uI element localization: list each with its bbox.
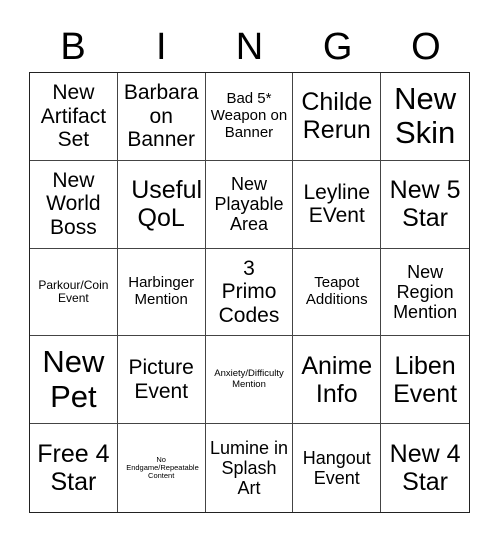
cell-label: Leyline EVent bbox=[303, 180, 371, 228]
bingo-header: B I N G O bbox=[29, 22, 470, 72]
bingo-cell[interactable]: New 4 Star bbox=[381, 424, 469, 512]
cell-label: Bad 5* Weapon on Banner bbox=[210, 90, 288, 141]
bingo-cell[interactable]: Harbinger Mention bbox=[117, 248, 206, 337]
cell-label: Anxiety/Difficulty Mention bbox=[214, 368, 284, 390]
cell-label: Picture Event bbox=[128, 356, 194, 403]
bingo-grid: New Artifact Set Barbara on Banner Bad 5… bbox=[29, 72, 470, 513]
cell-label: Barbara on Banner bbox=[123, 81, 199, 152]
cell-label: Liben Event bbox=[393, 351, 458, 408]
bingo-cell[interactable]: Liben Event bbox=[381, 336, 469, 425]
bingo-cell[interactable]: Teapot Additions bbox=[293, 248, 382, 337]
bingo-cell[interactable]: Parkour/Coin Event bbox=[30, 248, 118, 337]
bingo-cell[interactable]: New Region Mention bbox=[381, 249, 469, 337]
bingo-cell[interactable]: Useful QoL bbox=[117, 160, 206, 249]
bingo-cell[interactable]: New 5 Star bbox=[381, 161, 469, 249]
bingo-cell[interactable]: New Artifact Set bbox=[30, 73, 118, 161]
bingo-cell[interactable]: New Playable Area bbox=[205, 160, 294, 249]
cell-label: Childe Rerun bbox=[301, 88, 373, 145]
cell-label: New Skin bbox=[394, 80, 457, 151]
bingo-cell[interactable]: Hangout Event bbox=[293, 424, 382, 512]
header-letter-b: B bbox=[60, 26, 86, 68]
cell-label: Lumine in Splash Art bbox=[209, 437, 288, 499]
bingo-cell[interactable]: Picture Event bbox=[117, 336, 206, 425]
header-letter-n: N bbox=[235, 26, 264, 68]
header-letter-i: I bbox=[156, 26, 167, 68]
bingo-cell[interactable]: Leyline EVent bbox=[293, 160, 382, 249]
header-letter-g: G bbox=[322, 26, 353, 68]
bingo-cell[interactable]: 3 Primo Codes bbox=[205, 248, 294, 337]
cell-label: 3 Primo Codes bbox=[218, 256, 280, 327]
cell-label: New Playable Area bbox=[214, 173, 284, 235]
cell-label: Hangout Event bbox=[302, 447, 371, 489]
bingo-cell[interactable]: Anxiety/Difficulty Mention bbox=[205, 336, 294, 425]
bingo-cell[interactable]: New Skin bbox=[381, 73, 469, 161]
cell-label: New World Boss bbox=[46, 168, 101, 239]
cell-label: Parkour/Coin Event bbox=[38, 277, 109, 305]
cell-label: Teapot Additions bbox=[305, 274, 368, 308]
cell-label: New 4 Star bbox=[389, 440, 461, 497]
cell-label: Free 4 Star bbox=[37, 440, 110, 497]
bingo-cell[interactable]: Childe Rerun bbox=[293, 73, 382, 161]
header-letter-o: O bbox=[411, 26, 441, 68]
cell-label: No Endgame/Repeatable Content bbox=[126, 454, 199, 481]
cell-label: Anime Info bbox=[301, 351, 373, 408]
bingo-cell[interactable]: New Pet bbox=[30, 336, 118, 425]
bingo-cell[interactable]: Free 4 Star bbox=[30, 424, 118, 512]
cell-label: Useful QoL bbox=[131, 176, 203, 233]
cell-label: New 5 Star bbox=[389, 176, 461, 233]
cell-label: New Region Mention bbox=[393, 261, 458, 323]
bingo-cell[interactable]: Bad 5* Weapon on Banner bbox=[205, 73, 294, 161]
bingo-cell[interactable]: New World Boss bbox=[30, 160, 118, 249]
cell-label: New Artifact Set bbox=[40, 81, 107, 152]
bingo-cell[interactable]: Anime Info bbox=[293, 336, 382, 425]
cell-label: New Pet bbox=[42, 344, 105, 414]
cell-label: Harbinger Mention bbox=[128, 274, 195, 308]
bingo-cell[interactable]: Barbara on Banner bbox=[117, 73, 206, 161]
bingo-cell[interactable]: No Endgame/Repeatable Content bbox=[118, 424, 206, 512]
bingo-cell[interactable]: Lumine in Splash Art bbox=[206, 424, 294, 512]
